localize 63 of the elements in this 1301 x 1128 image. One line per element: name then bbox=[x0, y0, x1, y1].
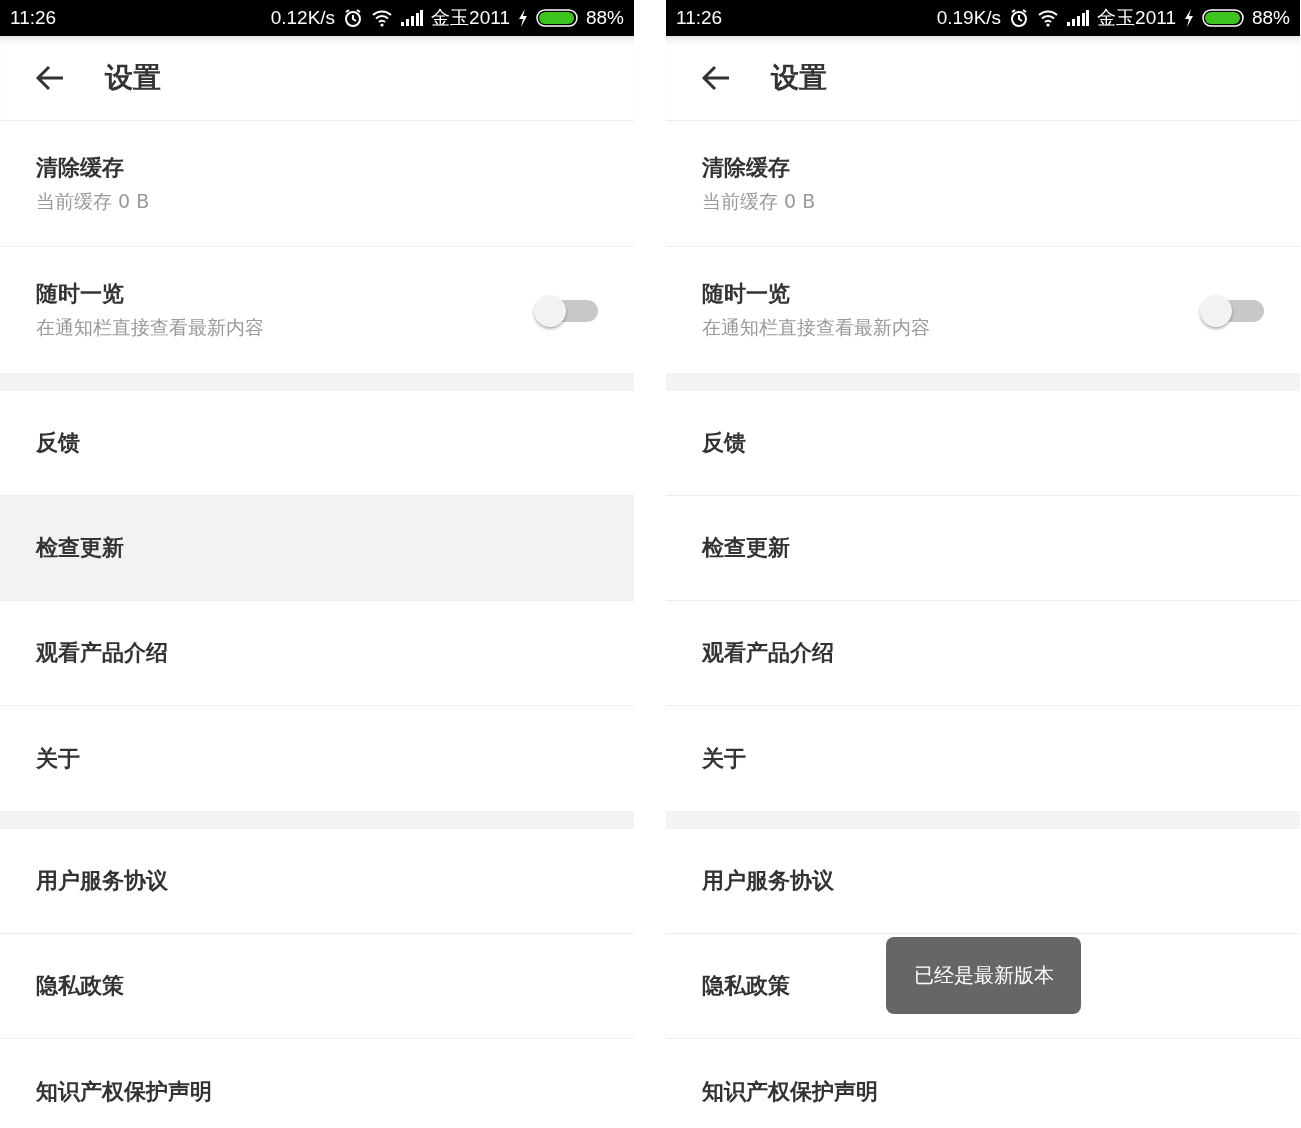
item-subtitle: 在通知栏直接查看最新内容 bbox=[36, 315, 264, 340]
charging-icon bbox=[1183, 9, 1194, 27]
item-title: 知识产权保护声明 bbox=[36, 1077, 212, 1106]
settings-item[interactable]: 随时一览 在通知栏直接查看最新内容 bbox=[666, 247, 1300, 373]
toast-message: 已经是最新版本 bbox=[886, 937, 1081, 1014]
item-title: 用户服务协议 bbox=[36, 867, 168, 895]
wifi-icon bbox=[1037, 9, 1060, 27]
item-title: 反馈 bbox=[36, 429, 80, 457]
signal-icon bbox=[401, 10, 424, 26]
charging-icon bbox=[517, 9, 528, 27]
back-icon[interactable] bbox=[701, 65, 731, 91]
settings-item[interactable]: 反馈 bbox=[666, 391, 1300, 496]
settings-item[interactable]: 随时一览 在通知栏直接查看最新内容 bbox=[0, 247, 634, 373]
settings-item[interactable]: 用户服务协议 bbox=[0, 829, 634, 934]
alarm-icon bbox=[343, 8, 364, 28]
settings-item[interactable]: 用户服务协议 bbox=[666, 829, 1300, 934]
item-title: 观看产品介绍 bbox=[36, 639, 168, 667]
item-title: 清除缓存 bbox=[36, 153, 124, 182]
item-title: 关于 bbox=[36, 744, 80, 773]
wifi-icon bbox=[371, 9, 394, 27]
toggle-switch[interactable] bbox=[534, 295, 598, 325]
carrier-name: 金玉2011 bbox=[431, 6, 510, 30]
settings-item[interactable]: 关于 bbox=[666, 706, 1300, 811]
settings-item[interactable]: 清除缓存 当前缓存 0 B bbox=[666, 121, 1300, 247]
alarm-icon bbox=[1009, 8, 1030, 28]
item-title: 检查更新 bbox=[36, 534, 124, 562]
item-subtitle: 当前缓存 0 B bbox=[36, 188, 150, 214]
settings-item[interactable]: 检查更新 bbox=[666, 496, 1300, 601]
item-title: 隐私政策 bbox=[36, 972, 124, 1000]
toggle-switch[interactable] bbox=[1200, 295, 1264, 325]
page-title: 设置 bbox=[771, 60, 827, 96]
network-speed: 0.12K/s bbox=[270, 7, 336, 29]
item-title: 知识产权保护声明 bbox=[702, 1077, 878, 1106]
item-title: 随时一览 bbox=[702, 280, 790, 308]
settings-item[interactable]: 知识产权保护声明 bbox=[666, 1039, 1300, 1128]
battery-percent: 88% bbox=[585, 7, 624, 29]
item-subtitle: 在通知栏直接查看最新内容 bbox=[702, 315, 930, 340]
settings-item[interactable]: 观看产品介绍 bbox=[0, 601, 634, 706]
status-time: 11:26 bbox=[10, 7, 57, 29]
item-title: 用户服务协议 bbox=[702, 867, 834, 895]
item-title: 随时一览 bbox=[36, 280, 124, 308]
back-icon[interactable] bbox=[35, 65, 65, 91]
battery-icon bbox=[1201, 9, 1244, 27]
battery-icon bbox=[535, 9, 578, 27]
signal-icon bbox=[1067, 10, 1090, 26]
item-title: 清除缓存 bbox=[702, 153, 790, 182]
settings-item[interactable]: 隐私政策 bbox=[0, 934, 634, 1039]
battery-percent: 88% bbox=[1251, 7, 1290, 29]
status-time: 11:26 bbox=[676, 7, 723, 29]
carrier-name: 金玉2011 bbox=[1097, 6, 1176, 30]
settings-item[interactable]: 观看产品介绍 bbox=[666, 601, 1300, 706]
item-title: 检查更新 bbox=[702, 534, 790, 562]
settings-item[interactable]: 关于 bbox=[0, 706, 634, 811]
page-title: 设置 bbox=[105, 60, 161, 96]
settings-item[interactable]: 知识产权保护声明 bbox=[0, 1039, 634, 1128]
item-title: 观看产品介绍 bbox=[702, 639, 834, 667]
item-title: 关于 bbox=[702, 744, 746, 773]
item-subtitle: 当前缓存 0 B bbox=[702, 188, 816, 214]
settings-item[interactable]: 检查更新 bbox=[0, 496, 634, 601]
item-title: 隐私政策 bbox=[702, 972, 790, 1000]
settings-item[interactable]: 清除缓存 当前缓存 0 B bbox=[0, 121, 634, 247]
network-speed: 0.19K/s bbox=[936, 7, 1002, 29]
item-title: 反馈 bbox=[702, 429, 746, 457]
